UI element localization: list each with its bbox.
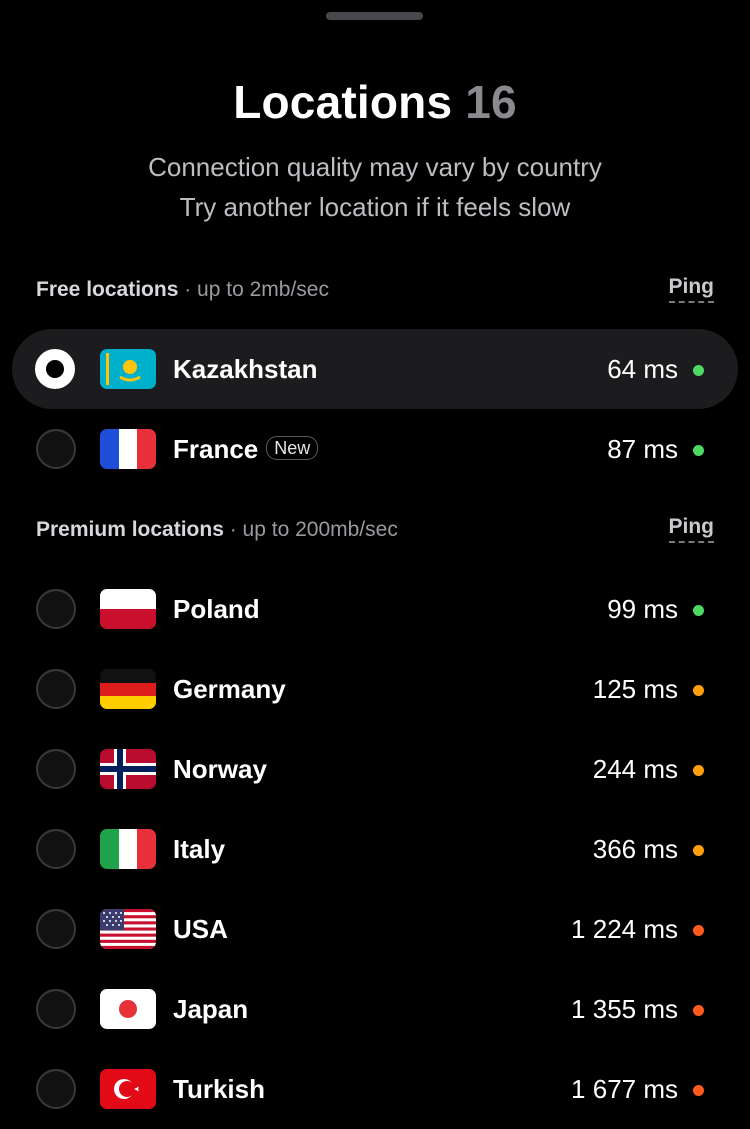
radio-unselected-icon[interactable] [36,909,76,949]
country-label: Kazakhstan [173,354,318,384]
country-label: Norway [173,754,267,784]
ping-status-dot-icon [693,685,704,696]
location-row-usa[interactable]: USA 1 224 ms [12,889,738,969]
country-name: Norway [173,729,267,809]
title-text: Locations [233,76,453,128]
country-label: USA [173,914,228,944]
radio-unselected-icon[interactable] [36,749,76,789]
location-row-turkish[interactable]: Turkish 1 677 ms [12,1049,738,1129]
france-flag-icon [100,429,156,469]
ping-status-dot-icon [693,925,704,936]
new-badge: New [266,436,319,461]
radio-unselected-icon[interactable] [36,1069,76,1109]
country-name: Japan [173,969,248,1049]
ping-status-dot-icon [693,605,704,616]
ping-value: 1 224 ms [571,914,678,944]
country-label: France [173,434,259,464]
kazakhstan-flag-icon [100,349,156,389]
japan-flag-icon [100,989,156,1029]
country-name: Kazakhstan [173,329,318,409]
location-row-germany[interactable]: Germany 125 ms [12,649,738,729]
ping-status-dot-icon [693,845,704,856]
section-speed: · up to 200mb/sec [223,518,398,541]
ping-status-dot-icon [693,1005,704,1016]
section-speed: · up to 2mb/sec [178,278,329,301]
country-label: Turkish [173,1074,265,1104]
radio-unselected-icon[interactable] [36,829,76,869]
ping-value: 244 ms [592,754,678,784]
location-row-norway[interactable]: Norway 244 ms [12,729,738,809]
ping-value: 125 ms [592,674,678,704]
country-label: Italy [173,834,226,864]
location-row-kazakhstan[interactable]: Kazakhstan 64 ms [12,329,738,409]
page-title: Locations 16 [0,74,750,130]
radio-unselected-icon[interactable] [36,989,76,1029]
radio-unselected-icon[interactable] [36,589,76,629]
country-name: Italy [173,809,225,889]
turkey-flag-icon [100,1069,156,1109]
ping-column-label[interactable]: Ping [668,273,714,303]
section-title: Premium locations [36,518,224,541]
ping-value: 87 ms [607,434,678,464]
ping-value: 1 355 ms [571,994,678,1024]
usa-flag-icon [100,909,156,949]
ping-value: 99 ms [607,594,678,624]
country-label: Poland [173,594,260,624]
ping-status-dot-icon [693,445,704,456]
country-name: USA [173,889,228,969]
italy-flag-icon [100,829,156,869]
country-name: Germany [173,649,286,729]
location-row-france[interactable]: France New 87 ms [12,409,738,489]
ping-status-dot-icon [693,765,704,776]
country-label: Germany [173,674,286,704]
country-name: France New [173,409,319,489]
location-row-japan[interactable]: Japan 1 355 ms [12,969,738,1049]
location-row-italy[interactable]: Italy 366 ms [12,809,738,889]
ping-column-label[interactable]: Ping [668,513,714,543]
radio-unselected-icon[interactable] [36,429,76,469]
sheet-grabber-handle[interactable] [326,12,423,20]
location-row-poland[interactable]: Poland 99 ms [12,569,738,649]
poland-flag-icon [100,589,156,629]
country-label: Japan [173,994,249,1024]
radio-unselected-icon[interactable] [36,669,76,709]
subtitle-line-1: Connection quality may vary by country [148,152,602,182]
ping-status-dot-icon [693,1085,704,1096]
radio-selected-icon[interactable] [35,349,75,389]
ping-value: 1 677 ms [571,1074,678,1104]
ping-value: 64 ms [607,354,678,384]
germany-flag-icon [100,669,156,709]
country-name: Poland [173,569,260,649]
country-name: Turkish [173,1049,265,1129]
subtitle-line-2: Try another location if it feels slow [179,192,571,222]
ping-status-dot-icon [693,365,704,376]
ping-value: 366 ms [592,834,678,864]
locations-count: 16 [465,76,517,128]
free-locations-header: Free locations · up to 2mb/sec Ping [36,273,714,307]
premium-locations-header: Premium locations · up to 200mb/sec Ping [36,513,714,547]
section-title: Free locations [36,278,179,301]
norway-flag-icon [100,749,156,789]
